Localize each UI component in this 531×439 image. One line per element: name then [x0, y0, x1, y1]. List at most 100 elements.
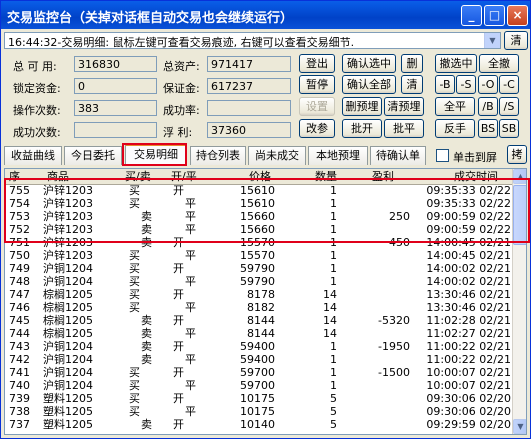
tab-positions[interactable]: 持仓列表 — [190, 146, 246, 165]
cell-profit: -1950 — [378, 340, 410, 353]
cell-qty: 1 — [330, 366, 337, 379]
operation-count-field: 383 — [74, 100, 157, 116]
cell-price: 10175 — [240, 405, 275, 418]
cell-item: 沪铜1204 — [43, 366, 93, 379]
table-row[interactable]: 746 棕榈1205 买平 8182 14 13:30:46 02/21 — [5, 302, 513, 313]
cell-time: 09:30:06 02/20 — [426, 392, 511, 405]
clear-preorder-button[interactable]: 清预埋 — [384, 97, 424, 116]
tab-unfilled[interactable]: 尚未成交 — [248, 146, 306, 165]
reverse-button[interactable]: 反手 — [435, 119, 475, 138]
cell-time: 14:00:02 02/21 — [426, 275, 511, 288]
pause-button[interactable]: 暂停 — [299, 75, 335, 94]
cell-time: 11:00:22 02/21 — [426, 353, 511, 366]
cell-seq: 743 — [9, 340, 30, 353]
cell-profit — [345, 419, 410, 430]
table-row[interactable]: 749 沪铜1204 买 开 59790 1 14:00:02 02/21 — [5, 263, 513, 274]
clear-button[interactable]: 清 — [401, 75, 423, 94]
cell-seq: 742 — [9, 353, 30, 366]
sb-button[interactable]: SB — [499, 119, 519, 138]
success-rate-label: 成功率: — [163, 104, 200, 117]
cell-oc: 开 — [173, 288, 184, 301]
close-button[interactable]: × — [507, 5, 528, 26]
cell-qty: 14 — [323, 301, 337, 314]
delete-button[interactable]: 删 — [401, 54, 423, 73]
cell-oc: 开 — [173, 418, 184, 431]
table-row[interactable]: 743 沪铜1204 卖开 59400 1 -1950 11:00:22 02/21 — [5, 341, 513, 352]
cancel-selected-button[interactable]: 撤选中 — [435, 54, 477, 73]
table-row[interactable]: 739 塑料1205 买 开 10175 5 09:30:06 02/20 — [5, 393, 513, 404]
maximize-button[interactable]: □ — [484, 5, 505, 26]
cell-bs: 卖 — [141, 353, 152, 366]
tab-today-orders[interactable]: 今日委托 — [64, 146, 122, 165]
tab-strip: 收益曲线 今日委托 交易明细 持仓列表 尚未成交 本地预埋 待确认单 单击到屏 … — [4, 144, 528, 166]
table-row[interactable]: 740 沪铜1204 买平 59700 1 10:00:07 02/21 — [5, 380, 513, 391]
table-row[interactable]: 747 棕榈1205 买 开 8178 14 13:30:46 02/21 — [5, 289, 513, 300]
minus-b-button[interactable]: -B — [435, 75, 455, 94]
cell-bs: 买 — [129, 262, 140, 275]
total-available-label: 总 可 用: — [13, 60, 57, 73]
table-row[interactable]: 738 塑料1205 买平 10175 5 09:30:06 02/20 — [5, 406, 513, 417]
tab-pending-confirm[interactable]: 待确认单 — [370, 146, 426, 165]
trading-monitor-window: 交易监控台（关掉对话框自动交易也会继续运行） _ □ × 16:44:32-交易… — [0, 0, 531, 439]
modify-params-button[interactable]: 改参 — [299, 119, 335, 138]
cell-qty: 1 — [330, 353, 337, 366]
cell-item: 沪铜1204 — [43, 275, 93, 288]
table-row[interactable]: 748 沪铜1204 买平 59790 1 14:00:02 02/21 — [5, 276, 513, 287]
bs-button[interactable]: BS — [478, 119, 498, 138]
total-available-field: 316830 — [74, 56, 157, 72]
table-row[interactable]: 745 棕榈1205 卖开 8144 14 -5320 11:02:28 02/21 — [5, 315, 513, 326]
chevron-down-icon[interactable]: ▼ — [484, 33, 500, 48]
cell-qty: 1 — [330, 249, 337, 262]
confirm-all-button[interactable]: 确认全部 — [342, 75, 396, 94]
table-row[interactable]: 750 沪锌1203 买平 15570 1 14:00:45 02/21 — [5, 250, 513, 261]
cell-time: 09:29:59 02/20 — [426, 418, 511, 431]
table-row[interactable]: 741 沪铜1204 买 开 59700 1 -1500 10:00:07 02/21 — [5, 367, 513, 378]
scroll-down-icon[interactable]: ▼ — [513, 419, 526, 434]
cell-qty: 5 — [330, 405, 337, 418]
minus-o-button[interactable]: -O — [478, 75, 498, 94]
table-row[interactable]: 742 沪铜1204 卖平 59400 1 11:00:22 02/21 — [5, 354, 513, 365]
cell-item: 塑料1205 — [43, 418, 93, 431]
batch-open-button[interactable]: 批开 — [342, 119, 382, 138]
clear-log-button[interactable]: 清 — [504, 31, 528, 50]
minus-c-button[interactable]: -C — [499, 75, 519, 94]
margin-field: 617237 — [207, 78, 291, 94]
tab-profit-curve[interactable]: 收益曲线 — [4, 146, 62, 165]
cell-qty: 5 — [330, 392, 337, 405]
floating-profit-label: 浮 利: — [163, 126, 193, 139]
cancel-all-button[interactable]: 全撤 — [479, 54, 519, 73]
cell-item: 沪铜1204 — [43, 379, 93, 392]
table-row[interactable]: 744 棕榈1205 卖平 8144 14 11:02:27 02/21 — [5, 328, 513, 339]
batch-close-button[interactable]: 批平 — [384, 119, 424, 138]
cell-item: 棕榈1205 — [43, 301, 93, 314]
operation-count-label: 操作次数: — [13, 104, 61, 117]
cell-time: 13:30:46 02/21 — [426, 301, 511, 314]
minus-s-button[interactable]: -S — [456, 75, 476, 94]
cell-oc: 开 — [173, 314, 184, 327]
cell-seq: 739 — [9, 392, 30, 405]
minimize-button[interactable]: _ — [461, 5, 482, 26]
logout-button[interactable]: 登出 — [299, 54, 335, 73]
settings-button[interactable]: 设置 — [299, 97, 335, 116]
log-combobox[interactable]: 16:44:32-交易明细: 鼠标左键可查看交易痕迹, 右键可以查看交易细节. … — [4, 32, 501, 49]
cell-profit — [345, 380, 410, 391]
cell-time: 14:00:02 02/21 — [426, 262, 511, 275]
copy-tab-button[interactable]: 拷 — [507, 145, 527, 164]
table-row[interactable]: 737 塑料1205 卖开 10140 5 09:29:59 02/20 — [5, 419, 513, 430]
cell-oc: 开 — [173, 262, 184, 275]
cell-seq: 746 — [9, 301, 30, 314]
cell-price: 8178 — [247, 288, 275, 301]
cell-item: 沪锌1203 — [43, 249, 93, 262]
cell-seq: 745 — [9, 314, 30, 327]
slash-b-button[interactable]: /B — [478, 97, 498, 116]
cell-time: 13:30:46 02/21 — [426, 288, 511, 301]
slash-s-button[interactable]: /S — [499, 97, 519, 116]
tab-local-preorders[interactable]: 本地预埋 — [308, 146, 368, 165]
delete-preorder-button[interactable]: 删预埋 — [342, 97, 382, 116]
cell-price: 15570 — [240, 249, 275, 262]
title-bar[interactable]: 交易监控台（关掉对话框自动交易也会继续运行） _ □ × — [1, 1, 530, 29]
pin-to-screen-checkbox[interactable] — [436, 149, 449, 162]
close-all-button[interactable]: 全平 — [435, 97, 475, 116]
cell-qty: 14 — [323, 288, 337, 301]
confirm-selected-button[interactable]: 确认选中 — [342, 54, 396, 73]
